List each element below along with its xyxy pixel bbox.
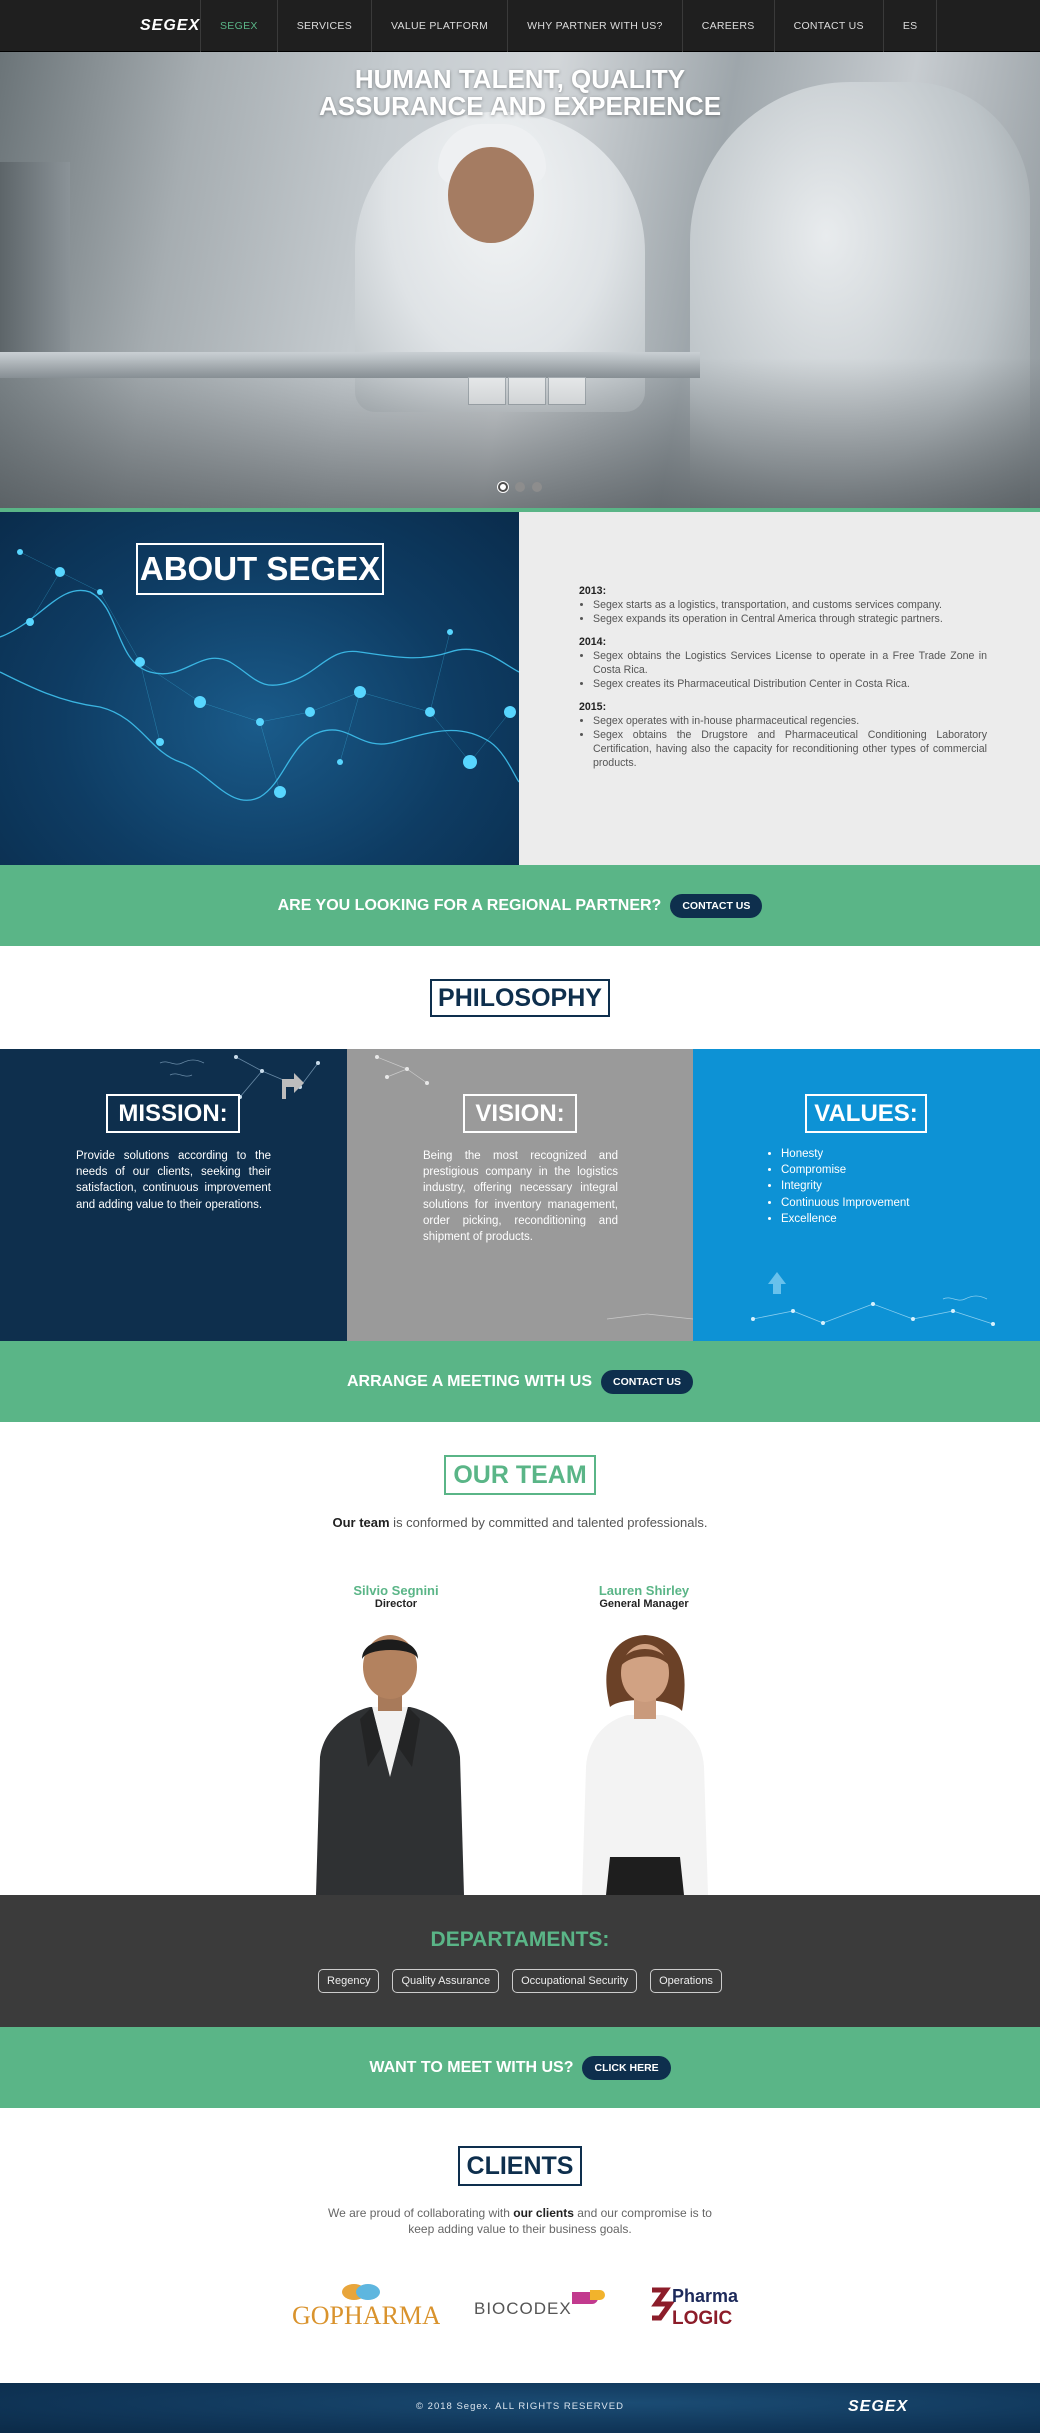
member-name: Lauren Shirley [598,1583,690,1598]
cta-arrange-meeting: ARRANGE A MEETING WITH US CONTACT US [0,1341,1040,1422]
click-here-button[interactable]: CLICK HERE [582,2055,671,2080]
about-timeline: 2013: Segex starts as a logistics, trans… [579,584,987,779]
gopharma-logo-text: GOPHARMA [292,2301,440,2328]
timeline-year: 2015: [579,701,607,713]
member-role: Director [374,1598,418,1610]
timeline-item: Segex obtains the Logistics Services Lic… [593,649,987,677]
departments-tags: Regency Quality Assurance Occupational S… [0,1969,1040,1993]
values-title: VALUES: [805,1094,927,1133]
nav-item-value-platform[interactable]: VALUE PLATFORM [371,0,507,52]
timeline-item: Segex expands its operation in Central A… [593,612,987,626]
timeline-item: Segex operates with in-house pharmaceuti… [593,714,987,728]
biocodex-logo-text: BIOCODEX [474,2299,572,2318]
values-item: Integrity [781,1178,909,1194]
general-manager-photo [582,1635,708,1895]
nav-item-services[interactable]: SERVICES [276,0,371,52]
timeline-item: Segex starts as a logistics, transportat… [593,598,987,612]
clients-subtitle: We are proud of collaborating with our c… [320,2205,720,2237]
clients-title: CLIENTS [458,2146,582,2186]
pharmalogic-logo-text-top: Pharma [672,2286,739,2306]
hero-title-line-1: HUMAN TALENT, QUALITY [354,64,686,94]
timeline-item: Segex obtains the Drugstore and Pharmace… [593,728,987,770]
departments-band: DEPARTAMENTS: Regency Quality Assurance … [0,1895,1040,2027]
about-map-panel: ABOUT SEGEX [0,512,519,865]
department-tag[interactable]: Occupational Security [512,1969,638,1993]
values-list: Honesty Compromise Integrity Continuous … [781,1146,909,1227]
cta-regional-partner: ARE YOU LOOKING FOR A REGIONAL PARTNER? … [0,865,1040,946]
mission-column: MISSION: Provide solutions according to … [0,1049,347,1341]
clients-subtitle-part: We are proud of collaborating with [328,2206,514,2220]
footer-logo[interactable]: SEGEX [848,2398,908,2416]
contact-us-button[interactable]: CONTACT US [670,893,763,918]
slider-dot-2[interactable] [515,482,525,492]
top-navbar: SEGEX SEGEX SERVICES VALUE PLATFORM WHY … [0,0,1040,52]
pharmalogic-logo[interactable]: Pharma LOGIC [648,2280,760,2330]
values-column: VALUES: Honesty Compromise Integrity Con… [693,1049,1040,1341]
about-title: ABOUT SEGEX [136,543,384,595]
cta-meet-with-us: WANT TO MEET WITH US? CLICK HERE [0,2027,1040,2108]
department-tag[interactable]: Quality Assurance [392,1969,500,1993]
contact-us-button[interactable]: CONTACT US [600,1369,694,1394]
cta-text: ARRANGE A MEETING WITH US [346,1372,592,1390]
slider-dots [0,482,1040,492]
department-tag[interactable]: Regency [318,1969,380,1993]
footer: © 2018 Segex. ALL RIGHTS RESERVED SEGEX [0,2383,1040,2433]
department-tag[interactable]: Operations [650,1969,722,1993]
slider-dot-1[interactable] [498,482,508,492]
mission-title: MISSION: [106,1094,240,1133]
team-title: OUR TEAM [444,1455,596,1495]
member-role: General Manager [599,1598,689,1610]
nav-menu: SEGEX SERVICES VALUE PLATFORM WHY PARTNE… [200,0,938,52]
nav-item-segex[interactable]: SEGEX [200,0,277,52]
pharmalogic-logo-text-bottom: LOGIC [672,2308,732,2329]
cta-text: WANT TO MEET WITH US? [369,2058,574,2076]
team-subtitle-rest: is conformed by committed and talented p… [389,1515,708,1530]
biocodex-logo[interactable]: BIOCODEX [472,2286,617,2326]
member-name: Silvio Segnini [353,1583,439,1598]
director-photo [316,1635,464,1895]
vision-title: VISION: [463,1094,577,1133]
team-subtitle: Our team is conformed by committed and t… [0,1515,1040,1530]
segex-logo[interactable]: SEGEX [140,17,200,35]
gopharma-logo[interactable]: GOPHARMA [290,2280,440,2328]
mission-text: Provide solutions according to the needs… [76,1150,271,1211]
hero-slider: HUMAN TALENT, QUALITY ASSURANCE AND EXPE… [0,52,1040,508]
vision-text: Being the most recognized and prestigiou… [423,1150,618,1244]
timeline-year: 2013: [579,585,607,597]
team-subtitle-bold: Our team [332,1515,390,1530]
nav-item-why-partner[interactable]: WHY PARTNER WITH US? [507,0,682,52]
hero-machine-shape [0,162,70,362]
departments-title: DEPARTAMENTS: [430,1928,610,1951]
about-timeline-panel: 2013: Segex starts as a logistics, trans… [519,512,1040,865]
hero-title: HUMAN TALENT, QUALITY ASSURANCE AND EXPE… [0,66,1040,120]
slider-dot-3[interactable] [532,482,542,492]
nav-item-language-es[interactable]: ES [882,0,938,52]
values-item: Compromise [781,1162,909,1178]
hero-worker-head-shape [448,147,534,243]
timeline-item: Segex creates its Pharmaceutical Distrib… [593,677,987,691]
values-item: Excellence [781,1211,909,1227]
values-item: Honesty [781,1146,909,1162]
nav-item-contact-us[interactable]: CONTACT US [773,0,883,52]
vision-column: VISION: Being the most recognized and pr… [347,1049,693,1341]
cta-text: ARE YOU LOOKING FOR A REGIONAL PARTNER? [277,896,662,914]
philosophy-title: PHILOSOPHY [430,979,610,1017]
hero-title-line-2: ASSURANCE AND EXPERIENCE [318,91,722,121]
clients-subtitle-bold: our clients [513,2206,574,2220]
nav-item-careers[interactable]: CAREERS [681,0,774,52]
timeline-year: 2014: [579,636,607,648]
values-item: Continuous Improvement [781,1195,909,1211]
